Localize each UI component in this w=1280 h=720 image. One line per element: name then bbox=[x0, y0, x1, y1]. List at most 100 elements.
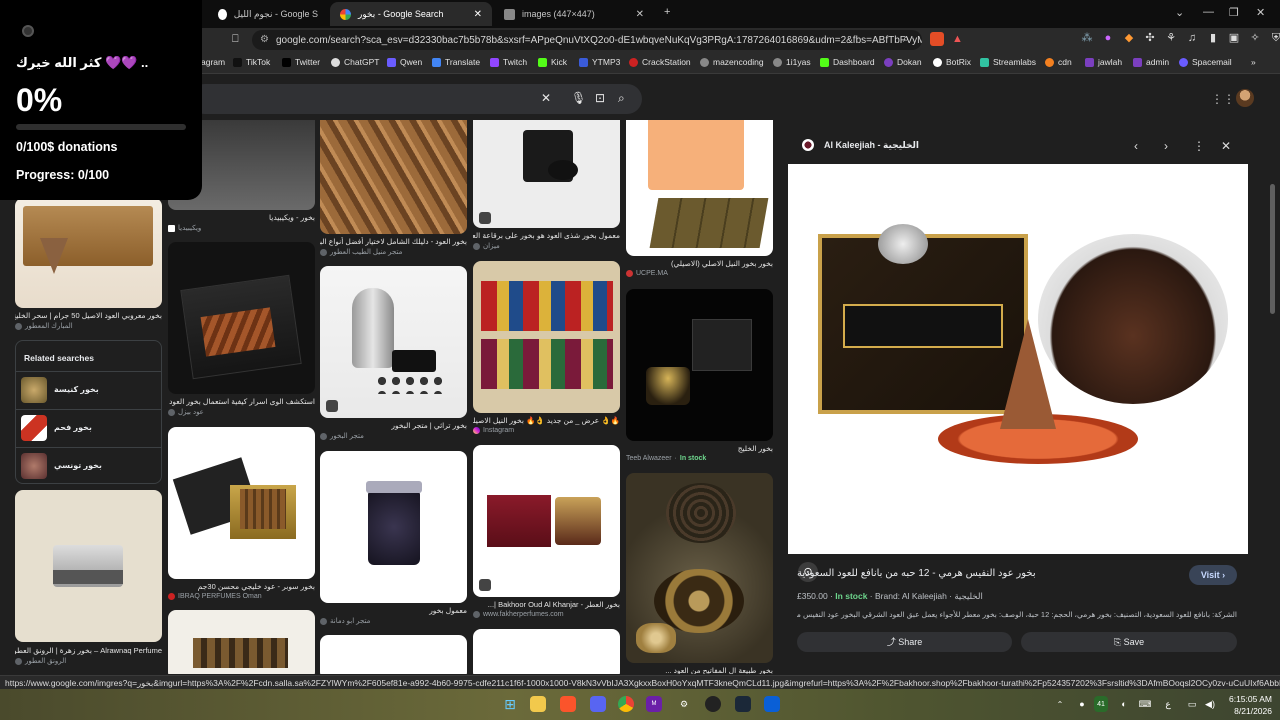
volume-icon[interactable]: ◀) bbox=[1202, 696, 1218, 712]
preview-site-name[interactable]: Al Kaleejiah - الخليجية bbox=[824, 140, 919, 151]
bookmark-item[interactable]: TikTok bbox=[233, 57, 270, 67]
related-item[interactable]: بخور فحم bbox=[16, 409, 161, 447]
site-info-icon[interactable]: ⚙ bbox=[260, 34, 269, 45]
result-caption[interactable]: بخور الخليج bbox=[626, 444, 773, 453]
music-icon[interactable]: ♫ bbox=[1186, 32, 1198, 44]
bookmark-item[interactable]: admin bbox=[1133, 57, 1169, 67]
result-caption[interactable]: بخور معروبي العود الاصيل 50 جرام | سحر ا… bbox=[15, 311, 162, 320]
bookmark-item[interactable]: Spacemail bbox=[1179, 57, 1232, 67]
bookmark-star-icon[interactable]: ⎕ bbox=[232, 33, 239, 46]
mic-icon[interactable]: 🎙 bbox=[571, 91, 586, 105]
tray-icon[interactable]: ◐ bbox=[1116, 696, 1132, 712]
extension-icon[interactable]: ◆ bbox=[1123, 32, 1135, 44]
result-image[interactable] bbox=[473, 261, 620, 413]
bookmark-item[interactable]: Qwen bbox=[387, 57, 422, 67]
result-image[interactable] bbox=[473, 445, 620, 597]
bookmark-item[interactable]: agram bbox=[201, 57, 225, 67]
bookmark-item[interactable]: Twitch bbox=[490, 57, 527, 67]
result-image[interactable] bbox=[168, 427, 315, 579]
visit-button[interactable]: Visit › bbox=[1189, 565, 1237, 585]
result-caption[interactable]: بخور العود - دليلك الشامل لاختيار أفضل أ… bbox=[320, 237, 467, 246]
save-button[interactable]: ⎘ Save bbox=[1021, 632, 1237, 652]
zoom-icon[interactable]: ⌕ bbox=[903, 33, 909, 46]
result-caption[interactable]: بخور سوبر - عود خليجي محسن 30جم bbox=[168, 582, 315, 591]
brave-rewards-icon[interactable]: ▲ bbox=[952, 33, 963, 45]
bookmark-item[interactable]: Twitter bbox=[282, 57, 320, 67]
avatar[interactable] bbox=[1236, 89, 1254, 107]
lens-icon[interactable]: ⊡ bbox=[595, 91, 605, 105]
result-caption[interactable]: بخور - ويكيبيديا bbox=[168, 213, 315, 222]
sidebar-icon[interactable]: ▮ bbox=[1207, 32, 1219, 44]
minimize-icon[interactable]: — bbox=[1203, 6, 1214, 18]
brave-icon[interactable] bbox=[560, 696, 576, 712]
chevron-right-icon[interactable]: › bbox=[1164, 139, 1168, 153]
result-image[interactable] bbox=[320, 120, 467, 234]
result-caption[interactable]: استكشف الوى اسرار كيفية استعمال بخور الع… bbox=[168, 397, 315, 406]
file-explorer-icon[interactable] bbox=[530, 696, 546, 712]
bookmark-item[interactable]: 1i1yas bbox=[773, 57, 811, 67]
tab-1[interactable]: نجوم الليل - Google Search bbox=[208, 2, 328, 26]
close-tab-icon[interactable]: ✕ bbox=[636, 9, 644, 20]
apps-grid-icon[interactable]: ⋮⋮ bbox=[1211, 92, 1235, 106]
bookmark-item[interactable]: Streamlabs bbox=[980, 57, 1036, 67]
chevron-left-icon[interactable]: ‹ bbox=[1134, 139, 1138, 153]
clear-icon[interactable]: ✕ bbox=[541, 91, 551, 105]
result-caption[interactable]: بخور طبيعة ال المفاتيح من العود ... bbox=[626, 666, 773, 674]
preview-image[interactable]: ⊙ bbox=[788, 164, 1248, 582]
close-tab-icon[interactable]: ✕ bbox=[474, 9, 482, 20]
result-image[interactable] bbox=[320, 635, 467, 674]
close-icon[interactable]: ✕ bbox=[1221, 139, 1231, 153]
result-image[interactable] bbox=[473, 120, 620, 228]
preview-title[interactable]: بخور عود النفيس هرمي - 12 حبه من بانافع … bbox=[797, 568, 1036, 579]
related-item[interactable]: بخور كنيسة bbox=[16, 371, 161, 409]
system-clock[interactable]: 6:15:05 AM 8/21/2026 bbox=[1222, 693, 1272, 717]
windows-start-icon[interactable]: ⊞ bbox=[502, 696, 518, 712]
bookmark-item[interactable]: jawlah bbox=[1085, 57, 1122, 67]
bookmark-item[interactable]: CrackStation bbox=[629, 57, 691, 67]
keyboard-icon[interactable]: ⌨ bbox=[1137, 696, 1153, 712]
result-image[interactable] bbox=[15, 198, 162, 308]
chevron-down-icon[interactable]: ⌄ bbox=[1175, 6, 1184, 19]
close-window-icon[interactable]: ✕ bbox=[1256, 6, 1265, 19]
share-button[interactable]: ⤴ Share bbox=[797, 632, 1012, 652]
chevron-up-icon[interactable]: ⌃ bbox=[1052, 696, 1068, 712]
result-image[interactable] bbox=[168, 610, 315, 674]
result-image[interactable] bbox=[626, 120, 773, 256]
bookmark-item[interactable]: Kick bbox=[538, 57, 567, 67]
search-icon[interactable]: ⌕ bbox=[618, 91, 625, 106]
settings-icon[interactable]: ⚙ bbox=[676, 696, 692, 712]
more-options-icon[interactable]: ⋮ bbox=[1193, 139, 1205, 153]
tab-2[interactable]: بخور - Google Search ✕ bbox=[330, 2, 492, 26]
language-icon[interactable]: ع bbox=[1160, 696, 1176, 712]
discord-tray-icon[interactable]: ● bbox=[1074, 696, 1090, 712]
bookmark-item[interactable]: Dokan bbox=[884, 57, 922, 67]
result-caption[interactable]: 🔥👌 عرض _ من جديد 👌🔥 بخور النيل الاصيلي bbox=[473, 416, 620, 425]
bookmark-item[interactable]: BotRix bbox=[933, 57, 971, 67]
result-image[interactable] bbox=[626, 473, 773, 663]
new-tab-icon[interactable]: + bbox=[664, 6, 670, 18]
puzzle-icon[interactable]: ⚘ bbox=[1165, 32, 1177, 44]
result-image[interactable] bbox=[626, 289, 773, 441]
result-image[interactable] bbox=[168, 242, 315, 394]
bookmark-item[interactable]: mazencoding bbox=[700, 57, 764, 67]
maximize-icon[interactable]: ❐ bbox=[1229, 6, 1239, 19]
search-input[interactable]: ✕ 🎙 ⊡ ⌕ bbox=[190, 84, 642, 114]
extension-icon[interactable]: ⁂ bbox=[1081, 32, 1093, 44]
network-icon[interactable]: ▭ bbox=[1184, 696, 1200, 712]
result-image[interactable] bbox=[15, 490, 162, 642]
app-icon[interactable]: M bbox=[646, 696, 662, 712]
result-image[interactable] bbox=[320, 451, 467, 603]
page-scrollbar[interactable] bbox=[1270, 184, 1275, 314]
obs-icon[interactable] bbox=[705, 696, 721, 712]
discord-icon[interactable] bbox=[590, 696, 606, 712]
result-caption[interactable]: بخور العطر - Bakhoor Oud Al Khanjar |... bbox=[473, 600, 620, 609]
result-caption[interactable]: Alrawnaq Perfume – بخور زهرة | الرونق ال… bbox=[15, 646, 162, 655]
extension-icon[interactable]: ● bbox=[1102, 32, 1114, 44]
result-image[interactable] bbox=[320, 266, 467, 418]
leo-icon[interactable]: ✧ bbox=[1249, 32, 1261, 44]
app-icon[interactable] bbox=[764, 696, 780, 712]
tray-badge[interactable]: 41 bbox=[1094, 696, 1108, 712]
brave-shield-icon[interactable] bbox=[930, 32, 944, 46]
bookmark-item[interactable]: Dashboard bbox=[820, 57, 875, 67]
steam-icon[interactable] bbox=[735, 696, 751, 712]
